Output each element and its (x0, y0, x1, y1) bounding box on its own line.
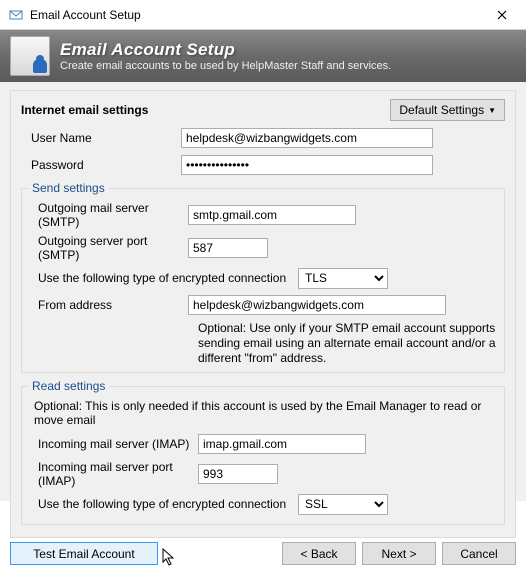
imap-server-label: Incoming mail server (IMAP) (28, 437, 198, 451)
chevron-down-icon: ▼ (488, 106, 496, 115)
back-button[interactable]: < Back (282, 542, 356, 565)
imap-encryption-select[interactable]: SSL (298, 494, 388, 515)
username-input[interactable] (181, 128, 433, 148)
read-settings-group: Read settings Optional: This is only nee… (21, 379, 505, 525)
default-settings-label: Default Settings (399, 103, 484, 117)
cursor-icon (162, 548, 178, 568)
smtp-encryption-select[interactable]: TLS (298, 268, 388, 289)
send-settings-group: Send settings Outgoing mail server (SMTP… (21, 181, 505, 373)
send-settings-legend: Send settings (28, 181, 109, 195)
smtp-server-label: Outgoing mail server (SMTP) (28, 201, 188, 229)
from-address-input[interactable] (188, 295, 446, 315)
from-address-label: From address (28, 298, 188, 312)
wizard-button-row: Test Email Account < Back Next > Cancel (10, 542, 516, 565)
smtp-encryption-label: Use the following type of encrypted conn… (28, 271, 298, 285)
username-label: User Name (21, 131, 181, 145)
password-label: Password (21, 158, 181, 172)
settings-panel: Internet email settings Default Settings… (10, 90, 516, 538)
app-icon (8, 7, 24, 23)
window-title: Email Account Setup (30, 8, 479, 22)
imap-encryption-label: Use the following type of encrypted conn… (28, 497, 298, 511)
header-title: Email Account Setup (60, 40, 391, 60)
header-subtitle: Create email accounts to be used by Help… (60, 60, 391, 72)
window-titlebar: Email Account Setup (0, 0, 526, 30)
email-account-icon (10, 36, 50, 76)
next-button[interactable]: Next > (362, 542, 436, 565)
default-settings-button[interactable]: Default Settings ▼ (390, 99, 505, 121)
read-settings-legend: Read settings (28, 379, 109, 393)
cancel-button[interactable]: Cancel (442, 542, 516, 565)
test-email-button[interactable]: Test Email Account (10, 542, 158, 565)
from-address-note: Optional: Use only if your SMTP email ac… (28, 321, 498, 366)
imap-port-input[interactable] (198, 464, 278, 484)
password-input[interactable] (181, 155, 433, 175)
smtp-server-input[interactable] (188, 205, 356, 225)
wizard-header: Email Account Setup Create email account… (0, 30, 526, 82)
smtp-port-input[interactable] (188, 238, 268, 258)
imap-server-input[interactable] (198, 434, 366, 454)
imap-port-label: Incoming mail server port (IMAP) (28, 460, 198, 488)
read-settings-note: Optional: This is only needed if this ac… (28, 399, 498, 427)
close-button[interactable] (479, 0, 524, 29)
smtp-port-label: Outgoing server port (SMTP) (28, 234, 188, 262)
panel-heading: Internet email settings (21, 103, 148, 117)
